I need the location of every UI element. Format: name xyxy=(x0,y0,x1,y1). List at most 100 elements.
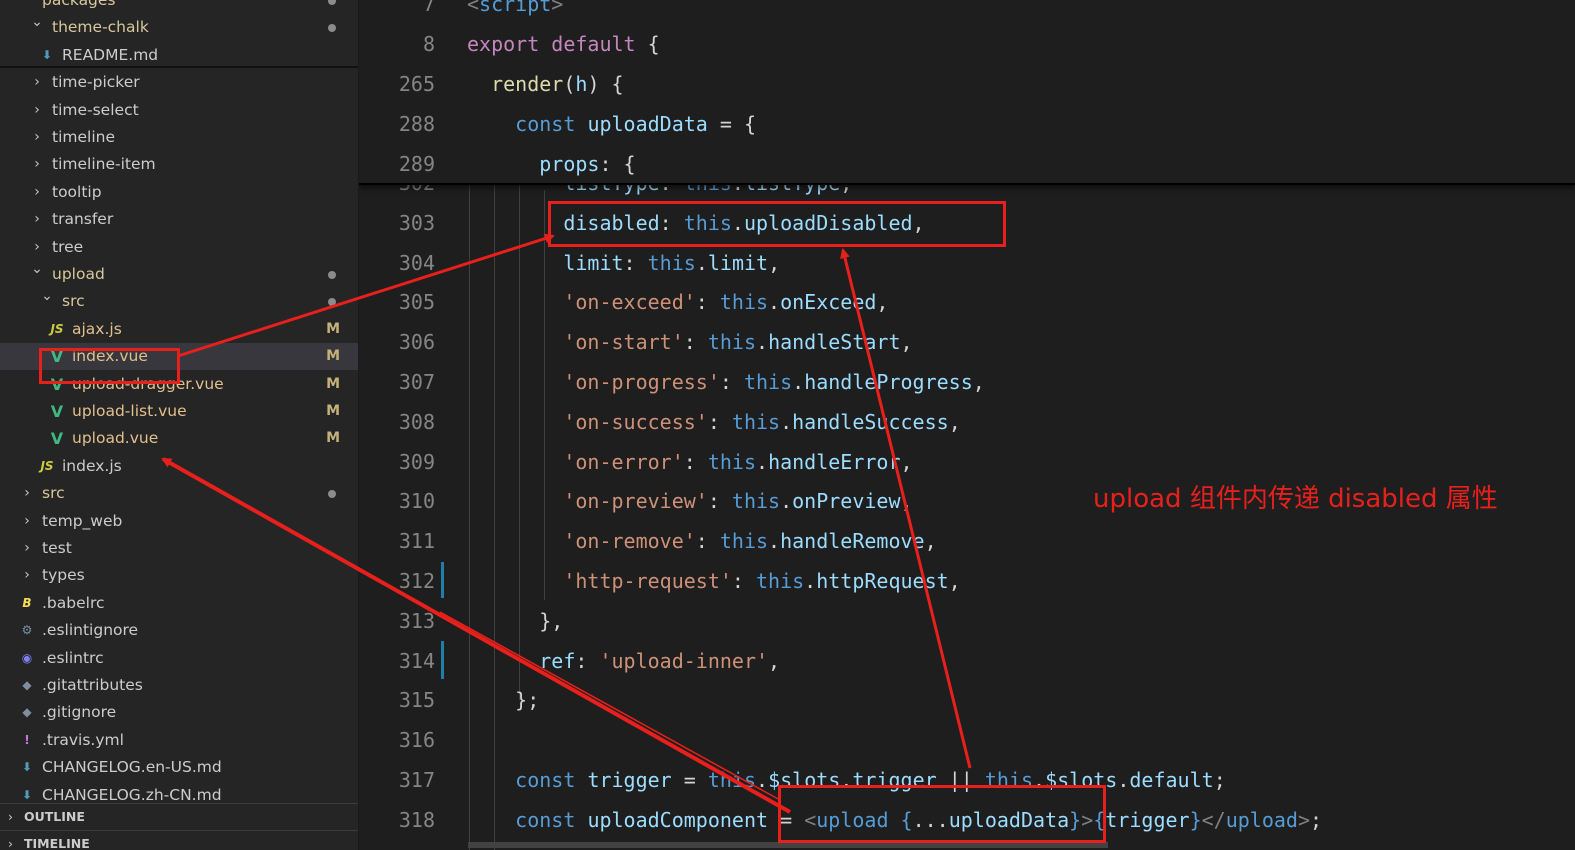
code-editor[interactable]: 7 <script> 8 export default {265 render(h) … xyxy=(359,0,1575,850)
line-number: 7 xyxy=(422,0,435,16)
tree-folder[interactable]: › time-select xyxy=(0,97,358,124)
tree-file[interactable]: JS ajax.js M xyxy=(0,316,358,343)
tree-item-label: time-select xyxy=(52,100,139,119)
tree-item-label: .eslintrc xyxy=(42,648,104,667)
chevron-right-icon: › xyxy=(8,836,13,850)
explorer-sidebar: ⌄ packages ⌄ theme-chalk ⬇ README.md › time-pic… xyxy=(0,0,359,850)
code-line[interactable]: 265 render(h) { xyxy=(359,64,1575,104)
tree-folder[interactable]: › temp_web xyxy=(0,508,358,535)
code-line[interactable]: 289 props: { xyxy=(359,144,1575,184)
code-text: 'http-request': this.httpRequest, xyxy=(563,569,961,593)
markdown-file-icon: ⬇ xyxy=(21,760,33,775)
modified-dot-indicator xyxy=(328,298,336,307)
tree-item-label: CHANGELOG.en-US.md xyxy=(42,758,222,777)
tree-item-label: packages xyxy=(42,0,116,9)
tree-item-label: ajax.js xyxy=(72,319,122,338)
chevron-right-icon: › xyxy=(8,809,13,824)
tree-item-label: .gitattributes xyxy=(42,676,143,694)
line-number: 312 xyxy=(398,569,435,593)
tree-folder[interactable]: › tree xyxy=(0,234,358,261)
timeline-label: TIMELINE xyxy=(24,836,90,850)
chevron-right-icon: › xyxy=(34,129,40,145)
code-line[interactable]: 313 }, xyxy=(359,601,1575,641)
tree-item-label: types xyxy=(42,566,85,585)
tree-folder[interactable]: ⌄ src xyxy=(0,288,358,315)
chevron-down-icon: ⌄ xyxy=(31,14,43,31)
code-text: }; xyxy=(515,688,540,713)
tree-file[interactable]: ⚙ .eslintignore xyxy=(0,617,358,644)
tree-folder[interactable]: ⌄ packages xyxy=(0,0,358,14)
tree-item-label: src xyxy=(42,484,65,503)
tree-folder[interactable]: ⌄ theme-chalk xyxy=(0,14,358,41)
code-line[interactable]: 309 'on-error': this.handleError, xyxy=(359,442,1575,482)
code-line[interactable]: 308 'on-success': this.handleSuccess, xyxy=(359,402,1575,442)
tree-folder[interactable]: › types xyxy=(0,562,358,589)
tree-file[interactable]: ◆ .gitignore xyxy=(0,699,358,726)
tree-item-label: test xyxy=(42,539,72,557)
line-number: 314 xyxy=(398,648,435,673)
tree-file[interactable]: Vupload.vue M xyxy=(0,425,358,452)
code-line[interactable]: 314 ref: 'upload-inner', xyxy=(359,641,1575,681)
markdown-file-icon: ⬇ xyxy=(41,47,53,62)
modified-dot-indicator xyxy=(328,271,336,279)
timeline-panel-header[interactable]: › TIMELINE xyxy=(0,830,358,850)
chevron-right-icon: › xyxy=(34,101,40,118)
tree-folder[interactable]: › src xyxy=(0,480,358,507)
code-line[interactable]: 305 'on-exceed': this.onExceed, xyxy=(359,282,1575,322)
chevron-right-icon: › xyxy=(34,156,40,173)
outline-panel-header[interactable]: › OUTLINE xyxy=(0,803,358,830)
tree-folder[interactable]: › tooltip xyxy=(0,179,358,206)
tree-file[interactable]: B .babelrc xyxy=(0,590,358,617)
highlight-box-index-vue xyxy=(39,348,180,384)
tree-file[interactable]: ◉ .eslintrc xyxy=(0,645,358,672)
tree-file[interactable]: ! .travis.yml xyxy=(0,727,358,754)
code-line[interactable]: 306 'on-start': this.handleStart, xyxy=(359,322,1575,362)
code-line[interactable]: 311 'on-remove': this.handleRemove, xyxy=(359,521,1575,561)
git-modified-badge: M xyxy=(326,348,340,365)
code-text: <script> xyxy=(467,0,564,16)
chevron-right-icon: › xyxy=(24,485,30,502)
code-line[interactable]: 7 <script> xyxy=(359,0,1575,24)
code-text: 'on-error': this.handleError, xyxy=(563,449,913,474)
code-line[interactable]: 316 xyxy=(359,720,1575,760)
code-line[interactable]: 307 'on-progress': this.handleProgress, xyxy=(359,362,1575,402)
code-text: const uploadData = { xyxy=(515,112,757,136)
line-number: 309 xyxy=(398,449,435,474)
chevron-right-icon: › xyxy=(24,567,30,584)
tree-item-label: index.js xyxy=(62,456,122,475)
code-line[interactable]: 8 export default { xyxy=(359,24,1575,64)
tree-folder[interactable]: › timeline xyxy=(0,124,358,151)
eslint-file-icon: ◉ xyxy=(21,650,33,665)
chevron-down-icon: ⌄ xyxy=(20,0,34,9)
tree-file[interactable]: ◆ .gitattributes xyxy=(0,672,358,699)
tree-folder[interactable]: › timeline-item xyxy=(0,151,358,178)
tree-file[interactable]: ⬇ CHANGELOG.en-US.md xyxy=(0,754,358,781)
tree-folder[interactable]: › time-picker xyxy=(0,69,358,96)
chevron-right-icon: › xyxy=(34,183,40,200)
code-text: limit: this.limit, xyxy=(563,250,781,275)
vue-file-icon: V xyxy=(50,402,64,421)
chevron-right-icon: › xyxy=(24,512,30,529)
tree-item-label: .eslintignore xyxy=(42,621,139,640)
js-file-icon: JS xyxy=(50,321,64,336)
tree-item-label: upload-list.vue xyxy=(72,402,187,420)
settings-file-icon: ⚙ xyxy=(21,623,33,638)
line-number: 310 xyxy=(398,489,435,514)
git-modified-badge: M xyxy=(326,375,340,392)
code-line[interactable]: 288 const uploadData = { xyxy=(359,104,1575,144)
code-line[interactable]: 312 'http-request': this.httpRequest, xyxy=(359,561,1575,601)
tree-file[interactable]: Vupload-list.vue M xyxy=(0,398,358,425)
tree-file[interactable]: ⬇ README.md xyxy=(0,42,358,69)
git-file-icon: ◆ xyxy=(22,705,32,720)
code-text: render(h) { xyxy=(491,72,624,96)
tree-item-label: upload.vue xyxy=(72,429,159,448)
modified-dot-indicator xyxy=(328,490,336,499)
tree-folder[interactable]: › test xyxy=(0,535,358,562)
code-line[interactable]: 315 }; xyxy=(359,680,1575,720)
tree-file[interactable]: JS index.js xyxy=(0,453,358,480)
tree-item-label: .babelrc xyxy=(42,593,105,612)
chevron-down-icon: ⌄ xyxy=(31,261,43,277)
code-line[interactable]: 304 limit: this.limit, xyxy=(359,243,1575,283)
line-number: 315 xyxy=(398,688,435,713)
tree-folder[interactable]: › transfer xyxy=(0,206,358,233)
